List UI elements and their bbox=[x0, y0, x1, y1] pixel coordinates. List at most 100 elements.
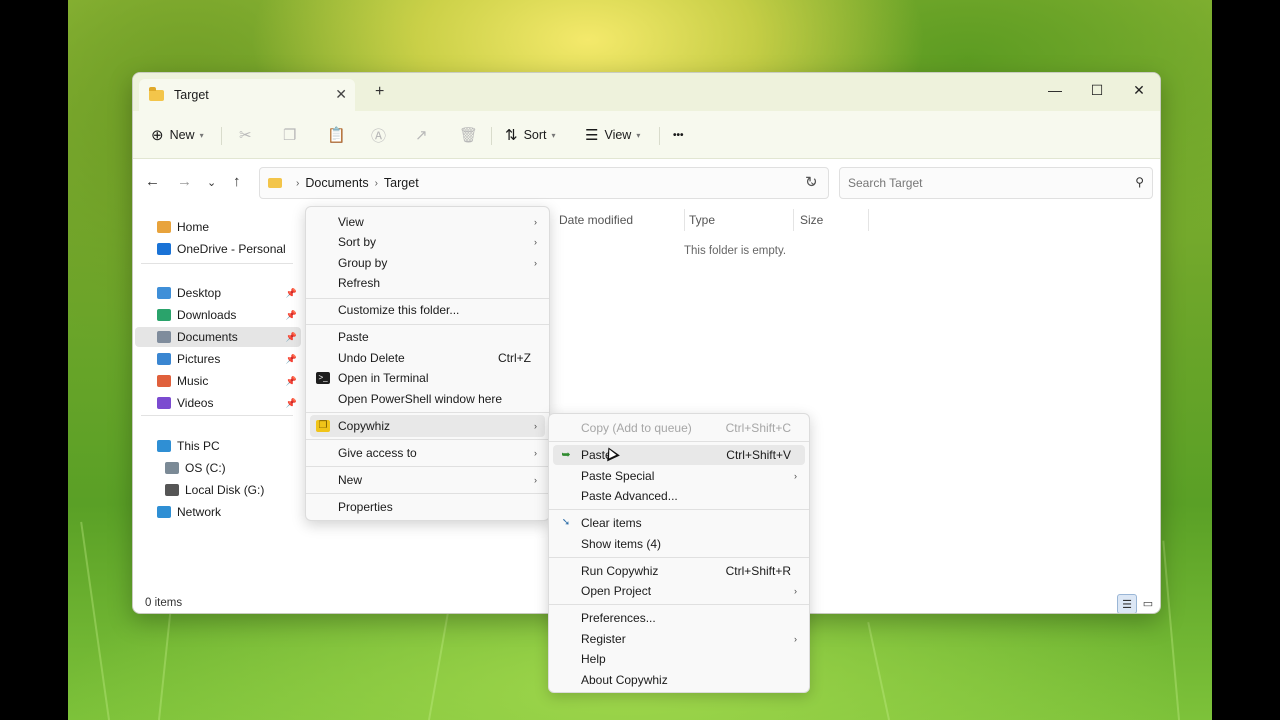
menu-item-sort-by[interactable]: Sort by › bbox=[310, 232, 545, 252]
menu-item-refresh[interactable]: Refresh bbox=[310, 273, 545, 293]
copy-button[interactable]: ❐ bbox=[283, 123, 302, 147]
close-tab-icon[interactable]: ✕ bbox=[335, 86, 347, 103]
sidebar-item-label: OS (C:) bbox=[185, 461, 226, 475]
cut-button[interactable]: ✂ bbox=[239, 123, 258, 147]
menu-item-clear-items[interactable]: ➘ Clear items bbox=[553, 513, 805, 533]
menu-item-open-project[interactable]: Open Project › bbox=[553, 581, 805, 601]
pin-icon: 📌 bbox=[285, 397, 297, 408]
column-size[interactable]: Size bbox=[800, 213, 823, 227]
column-date-modified[interactable]: Date modified bbox=[559, 213, 633, 227]
close-window-button[interactable]: ✕ bbox=[1118, 77, 1160, 103]
maximize-button[interactable]: ☐ bbox=[1076, 77, 1118, 103]
shortcut-label: Ctrl+Shift+V bbox=[726, 448, 791, 462]
refresh-icon[interactable]: ↻ bbox=[805, 173, 818, 191]
context-menu: View › Sort by › Group by › Refresh Customi… bbox=[305, 206, 550, 521]
menu-item-help[interactable]: Help bbox=[553, 649, 805, 669]
menu-label: Show items (4) bbox=[581, 537, 662, 551]
tab-target[interactable]: Target ✕ bbox=[139, 79, 355, 111]
sidebar-item-network[interactable]: Network bbox=[135, 502, 301, 522]
recent-locations-icon[interactable]: ⌄ bbox=[207, 176, 216, 189]
chevron-right-icon: › bbox=[296, 177, 300, 189]
minimize-button[interactable]: — bbox=[1034, 77, 1076, 103]
search-input[interactable]: Search Target ⚲ bbox=[839, 167, 1153, 199]
delete-button[interactable]: 🗑 bbox=[459, 123, 484, 147]
menu-item-copywhiz-paste[interactable]: ➥ Paste Ctrl+Shift+V bbox=[553, 445, 805, 465]
back-arrow-icon[interactable]: ← bbox=[145, 173, 160, 190]
menu-item-run-copywhiz[interactable]: Run Copywhiz Ctrl+Shift+R bbox=[553, 561, 805, 581]
more-options-button[interactable]: ••• bbox=[673, 123, 684, 147]
pin-icon: 📌 bbox=[285, 375, 297, 386]
sidebar-item-documents[interactable]: Documents 📌 bbox=[135, 327, 301, 347]
folder-icon bbox=[149, 86, 164, 101]
sidebar-item-local-disk-g[interactable]: Local Disk (G:) bbox=[135, 480, 301, 500]
menu-item-paste-advanced[interactable]: Paste Advanced... bbox=[553, 486, 805, 506]
sidebar-item-pictures[interactable]: Pictures 📌 bbox=[135, 349, 301, 369]
sidebar-item-os-c[interactable]: OS (C:) bbox=[135, 458, 301, 478]
folder-icon bbox=[268, 178, 282, 188]
column-type[interactable]: Type bbox=[689, 213, 715, 227]
menu-item-open-powershell[interactable]: Open PowerShell window here bbox=[310, 389, 545, 409]
menu-item-view[interactable]: View › bbox=[310, 212, 545, 232]
empty-folder-message: This folder is empty. bbox=[684, 245, 787, 257]
menu-item-about-copywhiz[interactable]: About Copywhiz bbox=[553, 670, 805, 690]
share-button[interactable]: ↗ bbox=[415, 123, 434, 147]
menu-item-give-access[interactable]: Give access to › bbox=[310, 443, 545, 463]
chevron-right-icon: › bbox=[534, 217, 537, 227]
sidebar-item-videos[interactable]: Videos 📌 bbox=[135, 393, 301, 413]
copywhiz-submenu: Copy (Add to queue) Ctrl+Shift+C ➥ Paste Ct… bbox=[548, 413, 810, 693]
menu-separator bbox=[549, 441, 809, 442]
view-button[interactable]: ☰ View ▾ bbox=[585, 123, 640, 147]
sidebar-item-music[interactable]: Music 📌 bbox=[135, 371, 301, 391]
search-icon: ⚲ bbox=[1135, 175, 1144, 189]
menu-item-copywhiz[interactable]: ❐ Copywhiz › bbox=[310, 415, 545, 437]
command-bar: ⊕ New ▾ ✂ ❐ 📋 Ⓐ ↗ 🗑 ⇅ Sort ▾ ☰ View ▾ ••… bbox=[133, 111, 1160, 159]
music-icon bbox=[157, 375, 171, 387]
menu-item-open-terminal[interactable]: >_ Open in Terminal bbox=[310, 368, 545, 388]
sidebar-item-downloads[interactable]: Downloads 📌 bbox=[135, 305, 301, 325]
sidebar-item-label: Videos bbox=[177, 396, 214, 410]
sidebar-item-onedrive-personal[interactable]: OneDrive - Personal bbox=[135, 239, 301, 259]
pictures-icon bbox=[157, 353, 171, 365]
sidebar-item-home[interactable]: Home bbox=[135, 217, 301, 237]
menu-item-properties[interactable]: Properties bbox=[310, 497, 545, 517]
new-label: New bbox=[169, 128, 195, 142]
menu-item-customize-folder[interactable]: Customize this folder... bbox=[310, 300, 545, 320]
forward-arrow-icon[interactable]: → bbox=[177, 173, 192, 190]
breadcrumb-documents[interactable]: Documents bbox=[305, 176, 368, 190]
search-placeholder: Search Target bbox=[848, 176, 923, 190]
sidebar-item-this-pc[interactable]: This PC bbox=[135, 436, 301, 456]
menu-item-show-items[interactable]: Show items (4) bbox=[553, 534, 805, 554]
rename-button[interactable]: Ⓐ bbox=[371, 123, 392, 147]
sidebar-item-label: Music bbox=[177, 374, 209, 388]
up-arrow-icon[interactable]: ↑ bbox=[233, 173, 241, 190]
copy-icon: ❐ bbox=[283, 127, 297, 144]
address-bar[interactable]: › Documents › Target ⌄ bbox=[259, 167, 829, 199]
paste-button[interactable]: 📋 bbox=[327, 123, 352, 147]
menu-item-new[interactable]: New › bbox=[310, 470, 545, 490]
menu-item-register[interactable]: Register › bbox=[553, 629, 805, 649]
breadcrumb-target[interactable]: Target bbox=[384, 176, 419, 190]
sidebar-item-label: Downloads bbox=[177, 308, 237, 322]
menu-separator bbox=[306, 412, 549, 413]
column-divider bbox=[868, 209, 869, 231]
sort-button[interactable]: ⇅ Sort ▾ bbox=[505, 123, 556, 147]
menu-item-undo-delete[interactable]: Undo Delete Ctrl+Z bbox=[310, 348, 545, 368]
cloud-icon bbox=[157, 243, 171, 255]
menu-label: Undo Delete bbox=[338, 351, 405, 365]
menu-item-preferences[interactable]: Preferences... bbox=[553, 608, 805, 628]
chevron-right-icon: › bbox=[374, 177, 378, 189]
menu-item-copy-add-to-queue[interactable]: Copy (Add to queue) Ctrl+Shift+C bbox=[553, 418, 805, 438]
menu-item-paste[interactable]: Paste bbox=[310, 327, 545, 347]
details-view-icon[interactable]: ☰ bbox=[1117, 594, 1137, 613]
menu-label: Group by bbox=[338, 256, 388, 270]
menu-label: Copywhiz bbox=[338, 419, 391, 433]
sidebar-item-desktop[interactable]: Desktop 📌 bbox=[135, 283, 301, 303]
tiles-view-icon[interactable]: ▭ bbox=[1138, 594, 1158, 613]
new-button[interactable]: ⊕ New ▾ bbox=[151, 123, 204, 147]
new-tab-button[interactable]: + bbox=[375, 83, 384, 101]
title-bar: Target ✕ + — ☐ ✕ bbox=[133, 73, 1160, 111]
menu-label: View bbox=[338, 215, 364, 229]
videos-icon bbox=[157, 397, 171, 409]
menu-item-paste-special[interactable]: Paste Special › bbox=[553, 466, 805, 486]
menu-item-group-by[interactable]: Group by › bbox=[310, 253, 545, 273]
